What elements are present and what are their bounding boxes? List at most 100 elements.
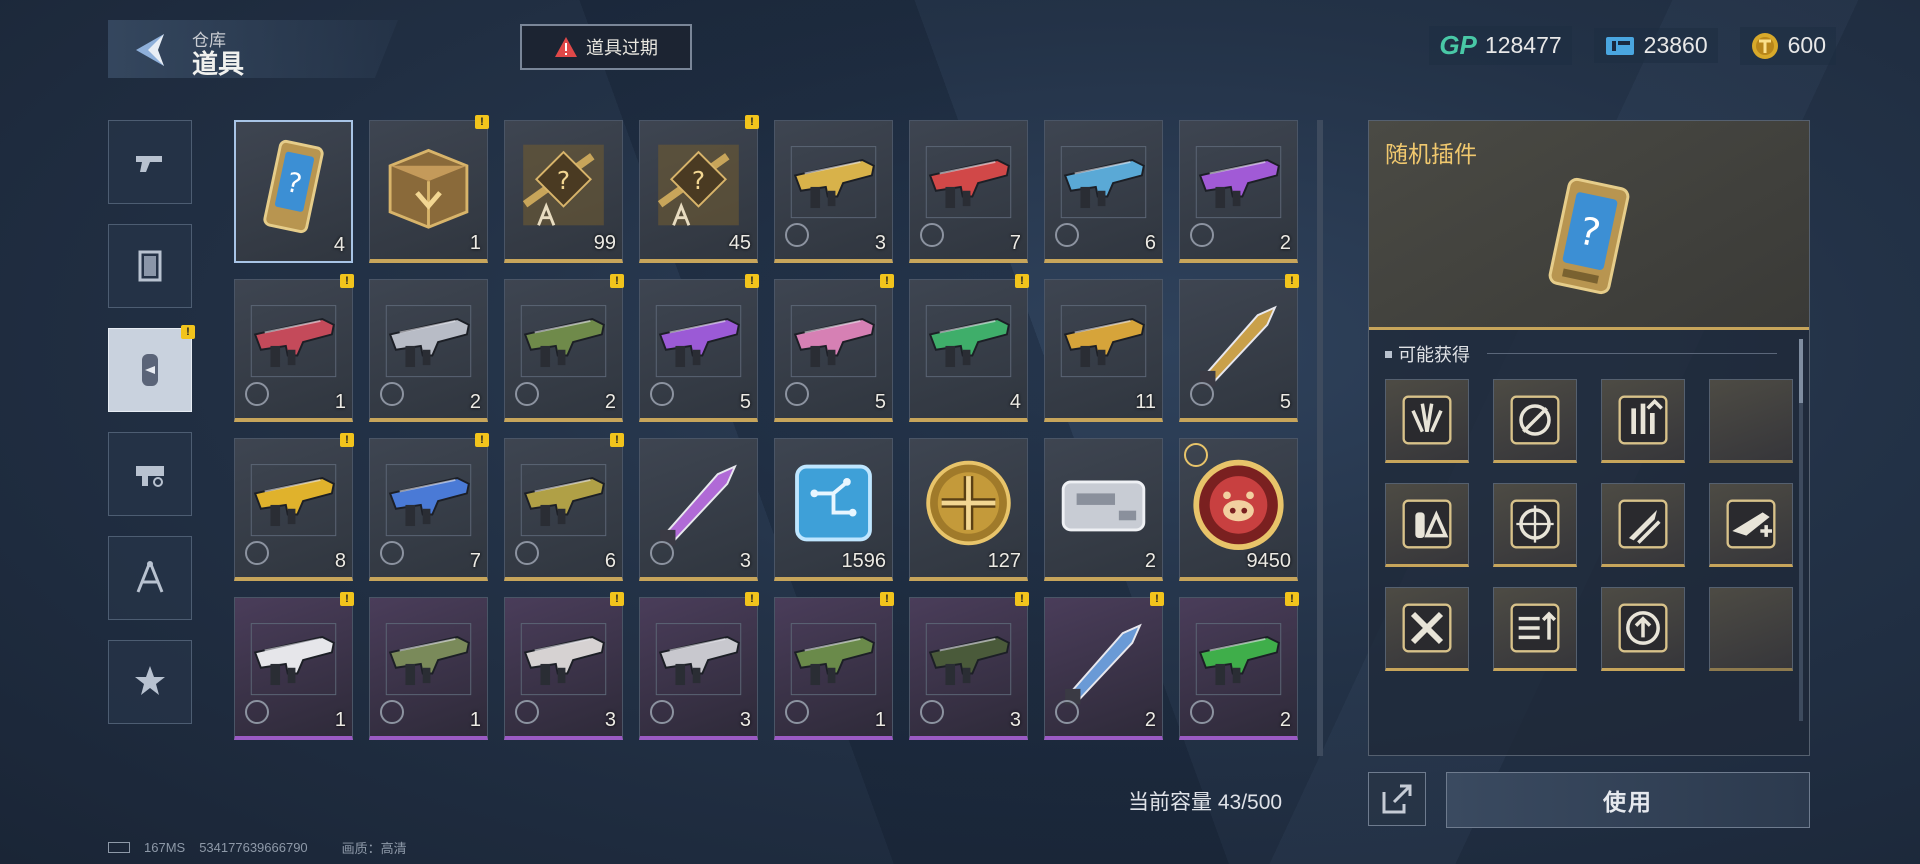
capacity-label: 当前容量 43/500 bbox=[1128, 791, 1283, 814]
reward-slot-empty[interactable] bbox=[1709, 379, 1793, 463]
ticket-currency[interactable]: 23860 bbox=[1593, 28, 1718, 63]
rewards-scroll-thumb[interactable] bbox=[1799, 339, 1803, 403]
nav-favorites[interactable] bbox=[108, 640, 192, 724]
random-plugin-card-icon: ? bbox=[1548, 177, 1630, 295]
item-slot[interactable]: 1 bbox=[369, 597, 488, 740]
item-slot[interactable]: ! 3 bbox=[639, 592, 759, 740]
item-count: 2 bbox=[469, 391, 481, 413]
item-count: 1 bbox=[469, 232, 481, 254]
item-slot[interactable]: ! 2 bbox=[1044, 592, 1164, 740]
item-slot[interactable]: ? 99 bbox=[504, 120, 623, 263]
new-badge-icon: ! bbox=[475, 115, 489, 129]
item-count: 8 bbox=[334, 550, 346, 572]
item-gun-icon bbox=[1053, 296, 1154, 392]
reward-slot[interactable] bbox=[1385, 587, 1469, 671]
use-button[interactable]: 使用 bbox=[1446, 772, 1810, 828]
reward-slot[interactable] bbox=[1493, 587, 1577, 671]
back-button[interactable]: 仓库 道具 bbox=[108, 20, 398, 78]
item-slot[interactable]: ! 1 bbox=[234, 274, 354, 422]
item-slot[interactable]: 2 bbox=[369, 279, 488, 422]
item-slot[interactable]: 11 bbox=[1044, 279, 1163, 422]
item-slot[interactable]: ! 6 bbox=[504, 433, 624, 581]
item-slot[interactable]: 127 bbox=[909, 438, 1028, 581]
item-slot[interactable]: ! 7 bbox=[369, 433, 489, 581]
item-blueprint-icon: ? bbox=[648, 137, 749, 233]
item-gun-icon bbox=[1188, 614, 1289, 710]
new-badge-icon: ! bbox=[745, 115, 759, 129]
timed-clock-icon bbox=[245, 382, 269, 406]
reward-slot[interactable] bbox=[1601, 379, 1685, 463]
item-slot[interactable]: 6 bbox=[1044, 120, 1163, 263]
item-slot[interactable]: ! 1 bbox=[774, 592, 894, 740]
item-slot[interactable]: ! 8 bbox=[234, 433, 354, 581]
item-slot[interactable]: ! 5 bbox=[639, 274, 759, 422]
reward-slot[interactable] bbox=[1385, 379, 1469, 463]
item-slot[interactable]: ?! 45 bbox=[639, 115, 759, 263]
timed-clock-icon bbox=[515, 700, 539, 724]
share-button[interactable] bbox=[1368, 772, 1426, 826]
item-slot[interactable]: 2 bbox=[1044, 438, 1163, 581]
attachment-icon bbox=[136, 466, 164, 487]
gold-currency[interactable]: 600 bbox=[1739, 26, 1836, 65]
item-slot[interactable]: 7 bbox=[909, 120, 1028, 263]
timed-clock-icon bbox=[1055, 700, 1079, 724]
new-badge-icon: ! bbox=[745, 592, 759, 606]
item-blade-icon bbox=[1188, 296, 1289, 392]
item-slot[interactable]: ! 1 bbox=[369, 115, 489, 263]
item-slot[interactable]: ! 4 bbox=[909, 274, 1029, 422]
reward-slot-empty[interactable] bbox=[1709, 587, 1793, 671]
reward-slot[interactable] bbox=[1493, 379, 1577, 463]
item-slot[interactable]: ? 4 bbox=[234, 120, 353, 263]
reward-slot[interactable] bbox=[1601, 483, 1685, 567]
item-slot[interactable]: ! 2 bbox=[504, 274, 624, 422]
item-gun-icon bbox=[783, 296, 884, 392]
reward-slot[interactable] bbox=[1709, 483, 1793, 567]
item-count: 1 bbox=[469, 709, 481, 731]
nav-items[interactable]: ! bbox=[108, 325, 195, 412]
item-slot[interactable]: ! 5 bbox=[1179, 274, 1299, 422]
item-slot[interactable]: 1596 bbox=[774, 438, 893, 581]
timed-clock-icon bbox=[380, 382, 404, 406]
circle-up-icon bbox=[1618, 603, 1668, 653]
nav-attachments[interactable] bbox=[108, 432, 192, 516]
ping-label: 167MS bbox=[144, 840, 186, 855]
item-slot[interactable]: ! 2 bbox=[1179, 592, 1299, 740]
item-count: 2 bbox=[1144, 709, 1156, 731]
new-badge-icon: ! bbox=[340, 592, 354, 606]
item-count: 3 bbox=[739, 709, 751, 731]
item-slot[interactable]: 3 bbox=[639, 438, 758, 581]
item-count: 1 bbox=[874, 709, 886, 731]
card-icon bbox=[138, 250, 162, 282]
expired-items-button[interactable]: 道具过期 bbox=[520, 24, 692, 70]
timed-clock-icon bbox=[380, 541, 404, 565]
item-detail-panel: 随机插件 ? 可能获得 bbox=[1368, 120, 1810, 756]
reward-slot[interactable] bbox=[1493, 483, 1577, 567]
item-slot[interactable]: 2 bbox=[1179, 120, 1298, 263]
item-slot[interactable]: 9450 bbox=[1179, 438, 1298, 581]
item-gun-icon bbox=[378, 455, 479, 551]
item-count: 3 bbox=[1009, 709, 1021, 731]
item-count: 4 bbox=[333, 234, 345, 256]
reward-grid bbox=[1385, 379, 1793, 671]
item-slot[interactable]: ! 5 bbox=[774, 274, 894, 422]
pistol-icon bbox=[136, 156, 162, 172]
new-badge-icon: ! bbox=[1015, 274, 1029, 288]
item-slot[interactable]: ! 3 bbox=[504, 592, 624, 740]
new-badge-icon: ! bbox=[880, 274, 894, 288]
item-slot[interactable]: ! 3 bbox=[909, 592, 1029, 740]
grid-scrollbar[interactable] bbox=[1317, 120, 1323, 756]
timed-clock-icon bbox=[920, 700, 944, 724]
timed-clock-icon bbox=[515, 541, 539, 565]
nav-cards[interactable] bbox=[108, 224, 192, 308]
reward-slot[interactable] bbox=[1601, 587, 1685, 671]
item-gun-icon bbox=[513, 614, 614, 710]
item-slot[interactable]: 3 bbox=[774, 120, 893, 263]
item-count: 7 bbox=[469, 550, 481, 572]
gp-currency[interactable]: GP 128477 bbox=[1429, 26, 1572, 65]
item-slot[interactable]: ! 1 bbox=[234, 592, 354, 740]
battery-icon bbox=[108, 842, 130, 853]
item-count: 6 bbox=[604, 550, 616, 572]
nav-blueprints[interactable] bbox=[108, 536, 192, 620]
reward-slot[interactable] bbox=[1385, 483, 1469, 567]
nav-weapons[interactable] bbox=[108, 120, 192, 204]
